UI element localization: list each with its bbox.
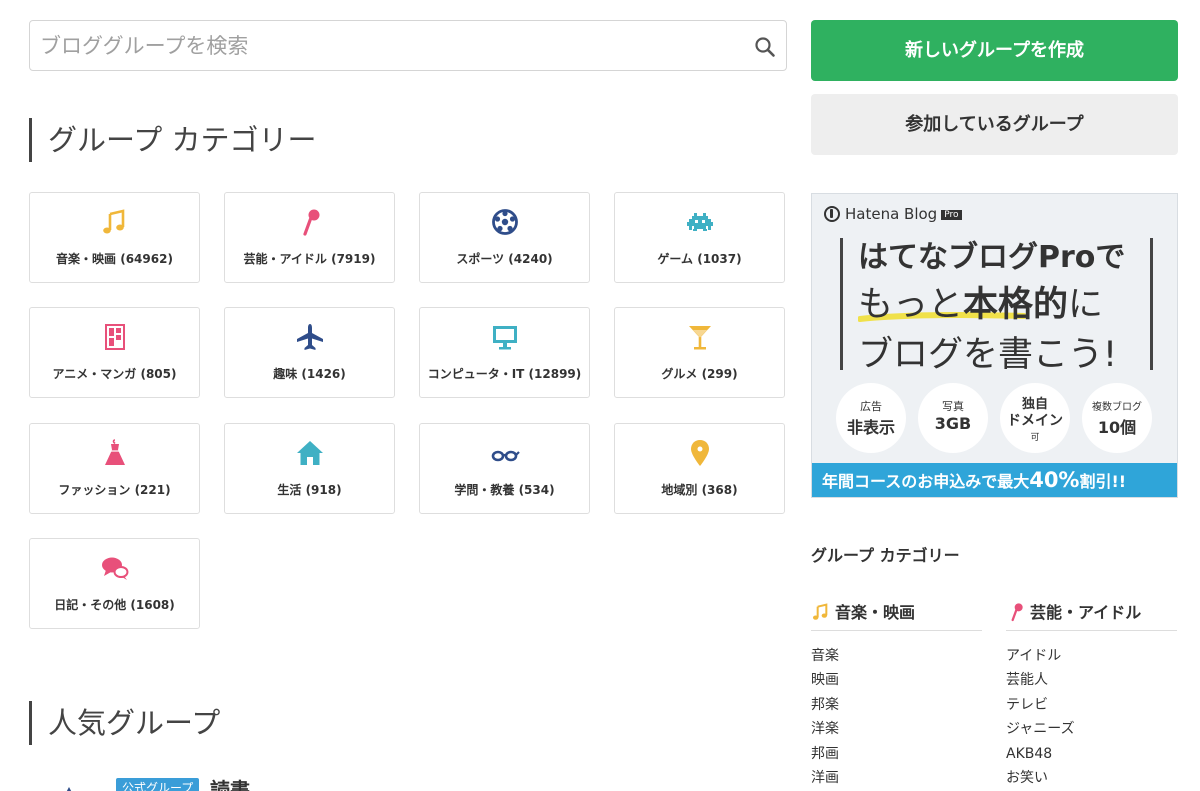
- category-card-regional[interactable]: 地域別 (368): [614, 423, 785, 514]
- side-category-link[interactable]: 邦画: [811, 742, 982, 766]
- side-category-entertainment: 芸能・アイドル アイドル 芸能人 テレビ ジャニーズ AKB48 お笑い: [1006, 600, 1177, 790]
- feature-badge-multiple-blogs: 複数ブログ 10個: [1082, 383, 1152, 453]
- hatena-blog-logo: Hatena Blog Pro: [824, 205, 962, 223]
- side-category-link[interactable]: ジャニーズ: [1006, 717, 1177, 741]
- side-category-link[interactable]: 芸能人: [1006, 668, 1177, 692]
- feature-badge-no-ads: 広告 非表示: [836, 383, 906, 453]
- category-grid: 音楽・映画 (64962) 芸能・アイドル (7919) スポーツ (4240): [29, 192, 787, 632]
- category-label: 趣味 (1426): [273, 367, 346, 381]
- category-label: アニメ・マンガ (805): [52, 367, 177, 381]
- side-category-link[interactable]: アイドル: [1006, 644, 1177, 668]
- side-category-link[interactable]: お笑い: [1006, 766, 1177, 790]
- category-card-academic[interactable]: 学問・教養 (534): [419, 423, 590, 514]
- category-card-computer-it[interactable]: コンピュータ・IT (12899): [419, 307, 590, 398]
- promo-discount-bar: 年間コースのお申込みで最大40%割引!!: [812, 463, 1177, 497]
- hatena-logo-icon: [824, 206, 840, 222]
- speech-bubbles-icon: [101, 557, 128, 580]
- side-category-link[interactable]: 邦楽: [811, 693, 982, 717]
- side-category-title: グループ カテゴリー: [811, 546, 960, 565]
- side-category-link[interactable]: 洋画: [811, 766, 982, 790]
- dress-icon: [104, 439, 125, 465]
- popular-heading: 人気グループ: [29, 701, 220, 745]
- side-category-link[interactable]: 映画: [811, 668, 982, 692]
- manga-book-icon: [104, 324, 125, 350]
- main-column: グループ カテゴリー 音楽・映画 (64962) 芸能・アイドル (7919): [29, 20, 787, 791]
- category-label: ゲーム (1037): [657, 252, 742, 266]
- category-label: グルメ (299): [661, 367, 738, 381]
- category-card-entertainment-idol[interactable]: 芸能・アイドル (7919): [224, 192, 395, 283]
- promo-bracket-left: [840, 238, 843, 370]
- category-card-life[interactable]: 生活 (918): [224, 423, 395, 514]
- category-label: 生活 (918): [277, 483, 342, 497]
- side-category-heading[interactable]: 音楽・映画: [811, 600, 982, 631]
- side-category-heading[interactable]: 芸能・アイドル: [1006, 600, 1177, 631]
- create-group-button[interactable]: 新しいグループを作成: [811, 20, 1178, 81]
- category-card-sports[interactable]: スポーツ (4240): [419, 192, 590, 283]
- map-pin-icon: [690, 440, 709, 466]
- house-icon: [296, 441, 323, 465]
- category-card-hobby[interactable]: 趣味 (1426): [224, 307, 395, 398]
- category-label: 学問・教養 (534): [454, 483, 555, 497]
- popular-group-name[interactable]: 読書: [210, 774, 250, 791]
- categories-heading: グループ カテゴリー: [29, 118, 316, 162]
- category-label: コンピュータ・IT (12899): [427, 367, 582, 381]
- microphone-icon: [1011, 603, 1023, 622]
- category-label: スポーツ (4240): [456, 252, 553, 266]
- side-category-link[interactable]: AKB48: [1006, 742, 1177, 766]
- search-icon[interactable]: [754, 36, 776, 58]
- category-card-anime-manga[interactable]: アニメ・マンガ (805): [29, 307, 200, 398]
- group-avatar: [66, 787, 72, 791]
- joined-groups-button[interactable]: 参加しているグループ: [811, 94, 1178, 155]
- music-note-icon: [813, 603, 828, 620]
- glasses-icon: [491, 450, 520, 462]
- feature-badge-photo-storage: 写真 3GB: [918, 383, 988, 453]
- soccer-ball-icon: [491, 209, 518, 235]
- airplane-icon: [296, 324, 323, 350]
- category-label: 芸能・アイドル (7919): [243, 252, 376, 266]
- space-invader-icon: [686, 213, 713, 231]
- cocktail-glass-icon: [688, 326, 711, 350]
- search-box: [29, 20, 787, 71]
- category-card-diary-other[interactable]: 日記・その他 (1608): [29, 538, 200, 629]
- music-note-icon: [102, 209, 124, 234]
- microphone-icon: [302, 209, 319, 236]
- side-category-link[interactable]: テレビ: [1006, 693, 1177, 717]
- official-group-badge: 公式グループ: [116, 778, 200, 791]
- promo-headline-2: もっと本格的に: [858, 285, 1104, 325]
- category-label: ファッション (221): [58, 483, 171, 497]
- monitor-icon: [492, 326, 517, 350]
- category-card-game[interactable]: ゲーム (1037): [614, 192, 785, 283]
- search-input[interactable]: [30, 21, 786, 70]
- category-card-music-movie[interactable]: 音楽・映画 (64962): [29, 192, 200, 283]
- feature-badge-custom-domain: 独自 ドメイン 可: [1000, 383, 1070, 453]
- category-label: 日記・その他 (1608): [54, 598, 175, 612]
- promo-headline-1: はてなブログProで: [858, 240, 1126, 275]
- hatena-blog-pro-banner[interactable]: Hatena Blog Pro はてなブログProで もっと本格的に ブログを書こ…: [811, 193, 1178, 498]
- category-label: 音楽・映画 (64962): [56, 252, 173, 266]
- category-card-gourmet[interactable]: グルメ (299): [614, 307, 785, 398]
- side-category-link[interactable]: 洋楽: [811, 717, 982, 741]
- side-category-link[interactable]: 音楽: [811, 644, 982, 668]
- category-label: 地域別 (368): [661, 483, 738, 497]
- promo-bracket-right: [1150, 238, 1153, 370]
- promo-headline-3: ブログを書こう!: [858, 335, 1118, 375]
- side-category-music-movie: 音楽・映画 音楽 映画 邦楽 洋楽 邦画 洋画: [811, 600, 982, 790]
- category-card-fashion[interactable]: ファッション (221): [29, 423, 200, 514]
